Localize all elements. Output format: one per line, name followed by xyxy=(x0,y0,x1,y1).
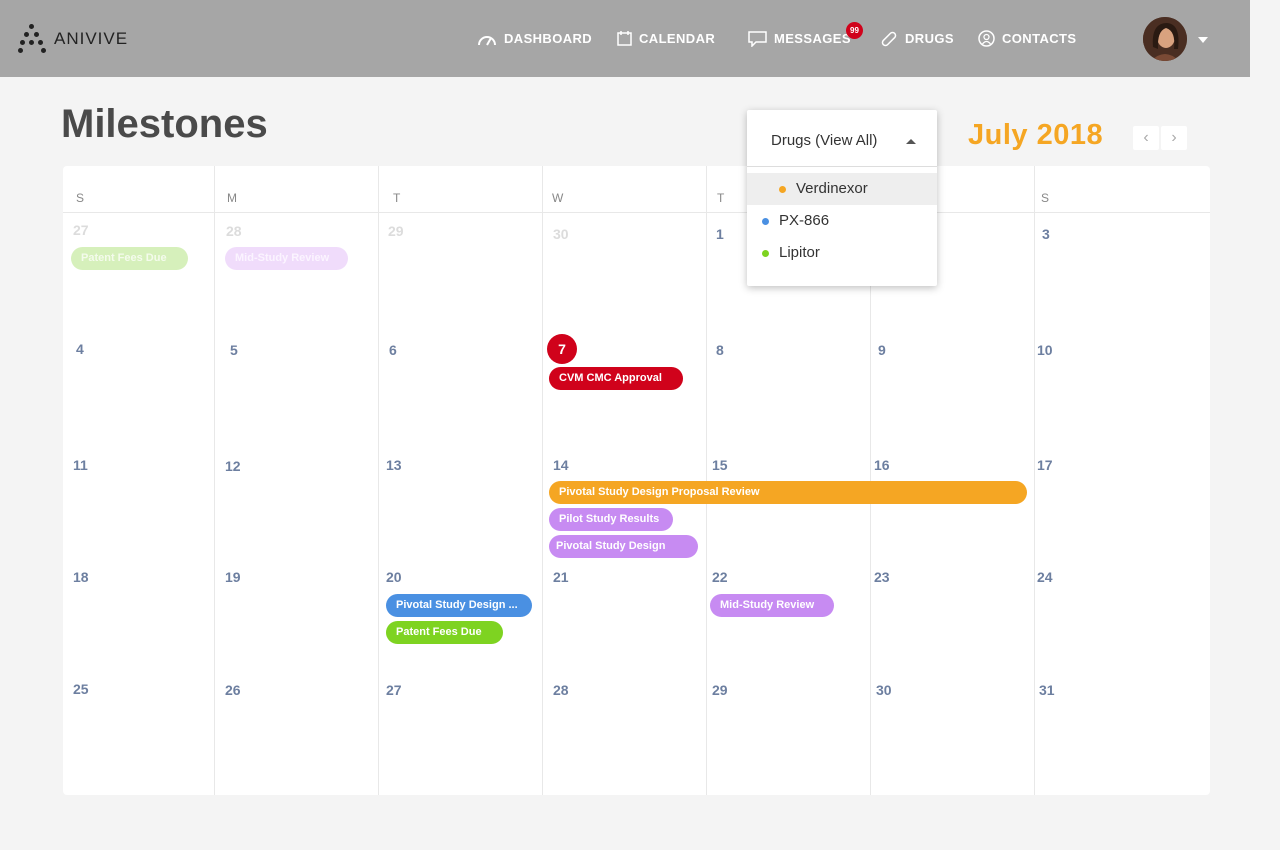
day-cell-number[interactable]: 30 xyxy=(553,226,569,242)
day-cell-number[interactable]: 9 xyxy=(878,342,886,358)
current-month-label: July 2018 xyxy=(968,119,1104,151)
day-cell-number[interactable]: 3 xyxy=(1042,226,1050,242)
nav-dashboard-label: DASHBOARD xyxy=(504,31,593,46)
drug-option-px-866[interactable]: PX-866 xyxy=(747,205,937,237)
day-cell-number[interactable]: 11 xyxy=(73,457,88,473)
day-cell-number[interactable]: 23 xyxy=(874,569,890,585)
day-cell-number[interactable]: 25 xyxy=(73,681,89,697)
event-pill[interactable]: Pivotal Study Design Proposal Review xyxy=(549,481,1027,504)
event-pill[interactable]: Mid-Study Review xyxy=(225,247,348,270)
event-pill[interactable]: Pivotal Study Design xyxy=(549,535,698,558)
weekday-header-divider xyxy=(63,212,1210,213)
day-cell-number[interactable]: 1 xyxy=(716,226,724,242)
nav-dashboard[interactable]: DASHBOARD xyxy=(477,0,592,77)
nav-drugs-label: DRUGS xyxy=(905,31,954,46)
column-divider xyxy=(542,166,543,795)
day-cell-number[interactable]: 20 xyxy=(386,569,402,585)
pill-icon xyxy=(881,31,897,46)
weekday-monday: M xyxy=(227,191,237,205)
weekday-sunday: S xyxy=(76,191,85,205)
contacts-icon xyxy=(978,30,995,47)
day-cell-number[interactable]: 30 xyxy=(876,682,892,698)
column-divider xyxy=(1034,166,1035,795)
day-cell-number[interactable]: 29 xyxy=(712,682,728,698)
chevron-right-icon: › xyxy=(1171,129,1177,146)
day-cell-number[interactable]: 22 xyxy=(712,569,728,585)
drug-option-verdinexor[interactable]: Verdinexor xyxy=(747,173,937,205)
user-portrait-icon xyxy=(1143,17,1187,61)
day-cell-number[interactable]: 24 xyxy=(1037,569,1053,585)
drug-option-label: Lipitor xyxy=(779,244,820,261)
user-menu-chevron-down-icon[interactable] xyxy=(1198,37,1208,43)
dashboard-gauge-icon xyxy=(478,35,496,45)
status-dot-icon xyxy=(762,250,769,257)
brand-logo[interactable]: ANIVIVE xyxy=(18,24,128,54)
message-bubble-icon xyxy=(748,30,767,47)
messages-count-badge: 99 xyxy=(846,22,863,39)
previous-month-button[interactable]: ‹ xyxy=(1133,126,1159,150)
column-divider xyxy=(214,166,215,795)
status-dot-icon xyxy=(779,186,786,193)
drugs-filter-select[interactable]: Drugs (View All) xyxy=(747,110,937,167)
day-cell-number[interactable]: 10 xyxy=(1037,342,1053,358)
brand-name: ANIVIVE xyxy=(54,29,129,48)
nav-calendar-label: CALENDAR xyxy=(639,31,716,46)
day-cell-number[interactable]: 6 xyxy=(389,342,397,358)
nav-calendar[interactable]: CALENDAR xyxy=(617,0,715,77)
event-pill[interactable]: Pivotal Study Design ... xyxy=(386,594,532,617)
event-pill[interactable]: Patent Fees Due xyxy=(71,247,188,270)
caret-up-icon xyxy=(906,139,916,144)
user-avatar[interactable] xyxy=(1143,17,1187,61)
calendar-grid: S M T W T F S 27 28 29 30 1 2 3 4 5 6 7 … xyxy=(63,166,1210,795)
page-title: Milestones xyxy=(61,102,268,146)
nav-drugs[interactable]: DRUGS xyxy=(880,0,954,77)
day-cell-number[interactable]: 4 xyxy=(76,341,84,357)
day-cell-number[interactable]: 27 xyxy=(73,222,89,238)
weekday-wednesday: W xyxy=(552,191,564,205)
day-cell-number[interactable]: 31 xyxy=(1039,682,1055,698)
day-cell-number[interactable]: 21 xyxy=(553,569,569,585)
day-cell-number[interactable]: 14 xyxy=(553,457,569,473)
weekday-tuesday: T xyxy=(393,191,401,205)
day-cell-number[interactable]: 29 xyxy=(388,223,404,239)
weekday-saturday: S xyxy=(1041,191,1050,205)
next-month-button[interactable]: › xyxy=(1161,126,1187,150)
weekday-thursday: T xyxy=(717,191,725,205)
column-divider xyxy=(378,166,379,795)
drugs-filter-dropdown[interactable]: Drugs (View All) Verdinexor PX-866 Lipit… xyxy=(747,110,937,286)
day-cell-number[interactable]: 12 xyxy=(225,458,241,474)
day-cell-number[interactable]: 27 xyxy=(386,682,402,698)
day-cell-number[interactable]: 13 xyxy=(386,457,402,473)
event-pill[interactable]: Patent Fees Due xyxy=(386,621,503,644)
day-cell-number[interactable]: 8 xyxy=(716,342,724,358)
day-cell-number[interactable]: 17 xyxy=(1037,457,1053,473)
drugs-filter-label: Drugs (View All) xyxy=(771,132,878,149)
chevron-left-icon: ‹ xyxy=(1143,129,1149,146)
drug-option-lipitor[interactable]: Lipitor xyxy=(747,237,937,269)
nav-contacts[interactable]: CONTACTS xyxy=(978,0,1076,77)
event-pill[interactable]: Mid-Study Review xyxy=(710,594,834,617)
nav-contacts-label: CONTACTS xyxy=(1002,31,1077,46)
event-pill[interactable]: Pilot Study Results xyxy=(549,508,673,531)
anivive-logo-icon xyxy=(18,24,46,54)
nav-messages[interactable]: MESSAGES xyxy=(748,0,851,77)
drug-option-label: PX-866 xyxy=(779,212,830,229)
top-nav-bar: ANIVIVE DASHBOARD CALENDAR MESSAGES 99 D… xyxy=(0,0,1250,77)
status-dot-icon xyxy=(762,218,769,225)
calendar-icon xyxy=(617,31,632,46)
day-cell-number[interactable]: 5 xyxy=(230,342,238,358)
day-cell-number[interactable]: 26 xyxy=(225,682,241,698)
day-cell-number[interactable]: 19 xyxy=(225,569,241,585)
day-cell-number[interactable]: 28 xyxy=(226,223,242,239)
day-cell-number[interactable]: 28 xyxy=(553,682,569,698)
day-cell-number[interactable]: 15 xyxy=(712,457,728,473)
today-marker[interactable]: 7 xyxy=(547,334,577,364)
nav-messages-label: MESSAGES xyxy=(774,31,851,46)
day-cell-number[interactable]: 16 xyxy=(874,457,890,473)
drug-option-label: Verdinexor xyxy=(796,180,868,197)
day-cell-number[interactable]: 18 xyxy=(73,569,89,585)
event-pill[interactable]: CVM CMC Approval xyxy=(549,367,683,390)
